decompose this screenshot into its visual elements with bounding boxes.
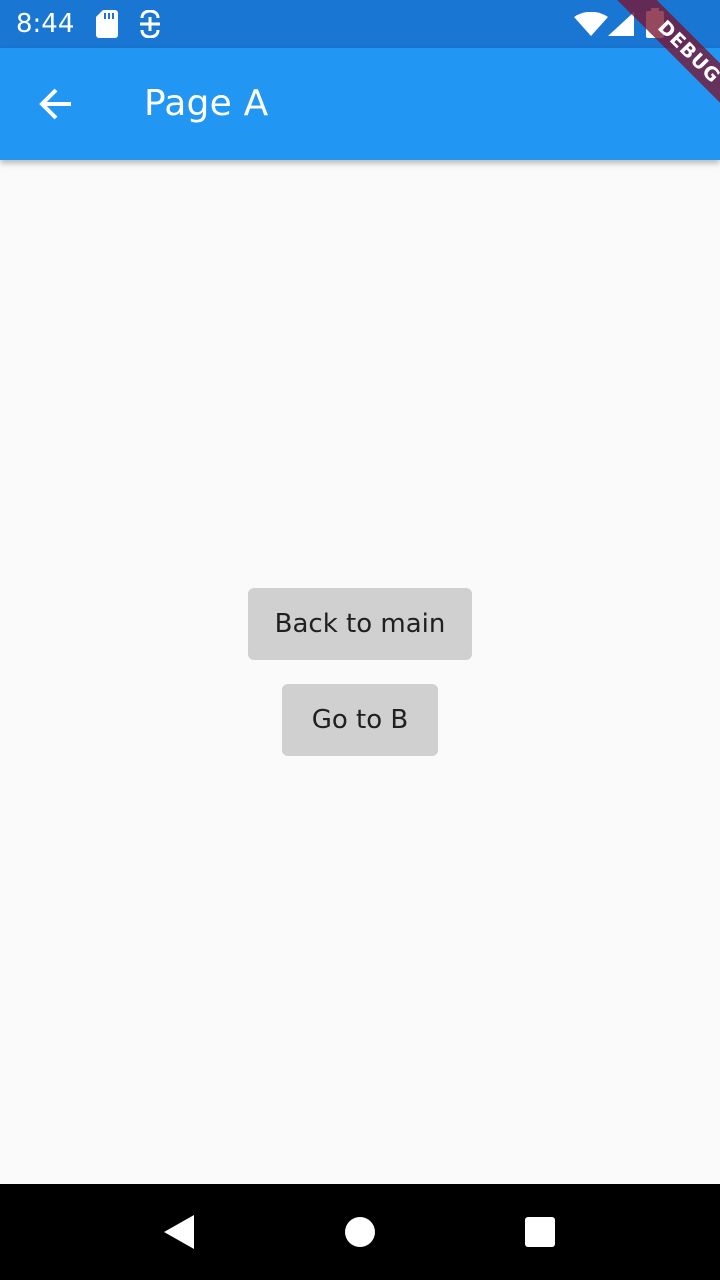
page-title: Page A bbox=[144, 83, 269, 124]
nav-recents-button[interactable] bbox=[516, 1208, 564, 1256]
status-time: 8:44 bbox=[16, 9, 75, 39]
nav-back-icon bbox=[164, 1215, 194, 1249]
back-to-main-button[interactable]: Back to main bbox=[248, 588, 472, 660]
arrow-back-icon bbox=[39, 88, 71, 120]
page-body: Back to main Go to B bbox=[0, 160, 720, 1184]
back-button[interactable] bbox=[24, 72, 88, 136]
notification-icon bbox=[140, 10, 160, 38]
nav-home-icon bbox=[345, 1217, 375, 1247]
nav-back-button[interactable] bbox=[156, 1208, 204, 1256]
go-to-b-button[interactable]: Go to B bbox=[282, 684, 438, 756]
app-bar: Page A bbox=[0, 48, 720, 160]
signal-icon bbox=[608, 12, 634, 36]
sd-card-icon bbox=[96, 10, 118, 38]
battery-icon bbox=[646, 8, 664, 38]
nav-home-button[interactable] bbox=[336, 1208, 384, 1256]
wifi-icon bbox=[574, 12, 608, 36]
system-nav-bar bbox=[0, 1184, 720, 1280]
nav-recents-icon bbox=[525, 1217, 555, 1247]
status-bar: 8:44 bbox=[0, 0, 720, 48]
